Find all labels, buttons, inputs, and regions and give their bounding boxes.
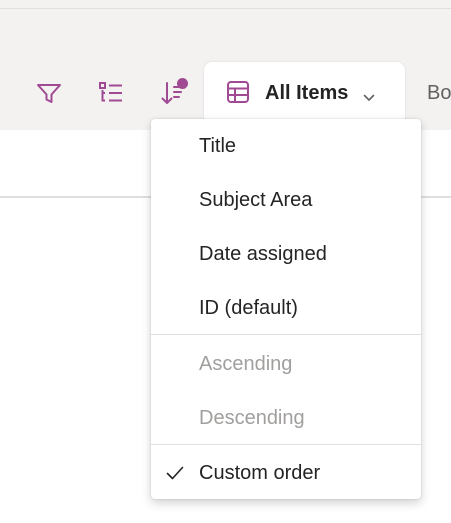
menu-item-label: Custom order xyxy=(199,461,321,484)
overflow-command-label[interactable]: Bo xyxy=(427,82,451,105)
menu-item-title[interactable]: Title xyxy=(151,119,421,173)
menu-item-custom-order[interactable]: Custom order xyxy=(151,446,421,500)
menu-item-label: Subject Area xyxy=(199,188,313,211)
view-switcher-label: All Items xyxy=(265,82,349,104)
menu-divider xyxy=(151,444,421,445)
menu-item-ascending: Ascending xyxy=(151,337,421,391)
menu-item-date-assigned[interactable]: Date assigned xyxy=(151,227,421,281)
menu-item-label: Title xyxy=(199,134,237,157)
edit-columns-icon xyxy=(97,79,125,107)
top-divider xyxy=(0,8,451,9)
page: All Items Bo Title Subject Area Date ass… xyxy=(0,0,451,523)
chevron-down-icon xyxy=(363,89,375,107)
menu-item-descending: Descending xyxy=(151,391,421,445)
menu-divider xyxy=(151,334,421,335)
edit-columns-button[interactable] xyxy=(96,78,126,108)
sort-menu: Title Subject Area Date assigned ID (def… xyxy=(151,119,421,499)
checkmark-icon xyxy=(165,463,185,488)
menu-item-label: Descending xyxy=(199,406,305,429)
menu-item-label: Date assigned xyxy=(199,242,327,265)
sort-button[interactable] xyxy=(158,78,188,108)
menu-item-label: ID (default) xyxy=(199,296,298,319)
grid-icon xyxy=(227,81,249,108)
menu-item-label: Ascending xyxy=(199,352,293,375)
menu-item-id[interactable]: ID (default) xyxy=(151,281,421,335)
filter-icon xyxy=(35,79,63,107)
filter-button[interactable] xyxy=(34,78,64,108)
menu-item-subject-area[interactable]: Subject Area xyxy=(151,173,421,227)
sort-active-indicator xyxy=(177,78,188,89)
